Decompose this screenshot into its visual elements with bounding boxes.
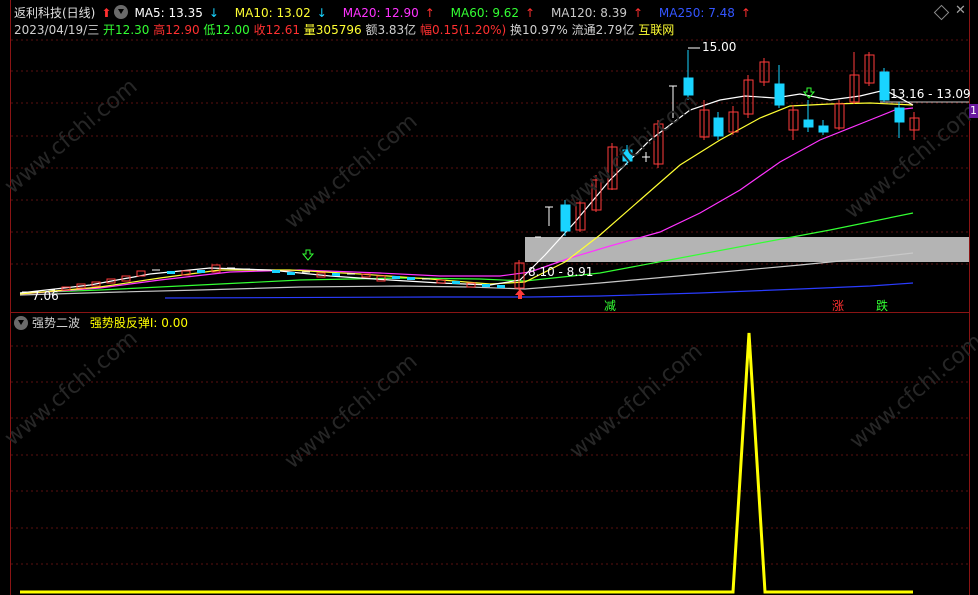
ma-settings-dropdown-icon[interactable]	[114, 5, 129, 19]
indicator-line	[20, 332, 913, 594]
range-right-label: 13.16 - 13.09	[890, 87, 971, 101]
float-shares: 流通2.79亿	[571, 23, 635, 37]
high-price: 高12.90	[153, 23, 200, 37]
ma10-line	[19, 102, 914, 295]
close-icon[interactable]: ✕	[955, 3, 966, 18]
ma-legend-bar: 返利科技(日线) ⬆ MA5: 13.35 ↓ MA10: 13.02 ↓ MA20: …	[14, 5, 763, 21]
bar-date: 2023/04/19/三	[14, 23, 100, 37]
tag-up: 涨	[832, 299, 845, 313]
side-tab[interactable]: 1	[969, 104, 978, 118]
high-price-label: 15.00	[702, 40, 737, 54]
sector[interactable]: 互联网	[638, 23, 674, 37]
ma120-label[interactable]: MA120: 8.39 ↑	[551, 6, 649, 20]
ohlc-info-bar: 2023/04/19/三 开12.30 高12.90 低12.00 收12.61…	[14, 22, 674, 38]
change: 幅0.15(1.20%)	[420, 23, 507, 37]
tag-down: 跌	[876, 299, 889, 313]
ma20-label[interactable]: MA20: 12.90 ↑	[343, 6, 441, 20]
indicator-header: 强势二波 强势股反弹I: 0.00	[32, 315, 188, 331]
zone-label: 8.10 - 8.91	[528, 265, 594, 279]
low-price: 低12.00	[203, 23, 250, 37]
turnover: 换10.97%	[510, 23, 568, 37]
indicator-value: 强势股反弹I: 0.00	[89, 316, 188, 330]
ma250-line	[164, 282, 914, 299]
volume: 量305796	[303, 23, 362, 37]
amount: 额3.83亿	[365, 23, 417, 37]
indicator-name[interactable]: 强势二波	[32, 316, 80, 330]
ma5-line	[19, 89, 914, 294]
ma250-label[interactable]: MA250: 7.48 ↑	[659, 6, 757, 20]
low-price-label: 7.06	[32, 289, 59, 303]
close-price: 收12.61	[253, 23, 300, 37]
chart-title[interactable]: 返利科技(日线)	[14, 6, 95, 20]
indicator-dropdown-icon[interactable]	[14, 316, 28, 330]
price-grid	[11, 39, 969, 565]
ma60-label[interactable]: MA60: 9.62 ↑	[451, 6, 541, 20]
open-price: 开12.30	[103, 23, 150, 37]
ma5-label[interactable]: MA5: 13.35 ↓	[134, 6, 224, 20]
tag-reduce: 减	[604, 299, 617, 313]
up-arrow-icon: ⬆	[101, 6, 112, 20]
ma10-label[interactable]: MA10: 13.02 ↓	[235, 6, 333, 20]
